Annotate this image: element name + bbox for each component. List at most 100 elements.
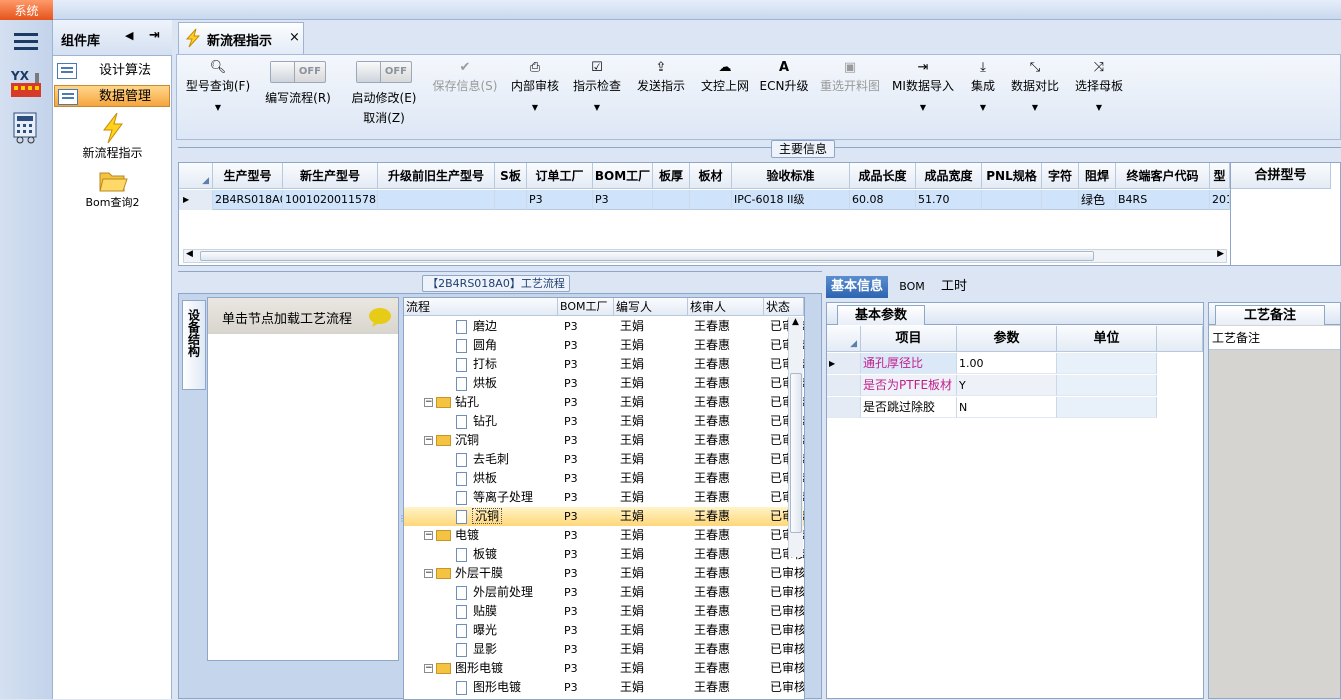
tree-node-name-cell[interactable]: 贴膜 <box>404 602 558 621</box>
column-header[interactable]: PNL规格 <box>982 163 1042 189</box>
pin-panel-icon[interactable]: ⇥ <box>149 28 160 43</box>
column-header[interactable]: 单位 <box>1057 326 1157 352</box>
collapse-icon[interactable]: − <box>424 531 433 540</box>
tab-new-flow-instruction[interactable]: 新流程指示 × <box>178 22 304 54</box>
start-modify-toggle[interactable]: OFF 启动修改(E) 取消(Z) <box>343 61 425 126</box>
model-query-button[interactable]: 🔍︎ 型号查询(F) ▼ <box>183 59 253 121</box>
cancel-label[interactable]: 取消(Z) <box>343 109 425 126</box>
factory-logo-icon[interactable]: YX <box>6 64 46 104</box>
tree-leaf-node[interactable]: 外层前处理 P3 王娟 王春惠 已审核 <box>404 583 804 602</box>
tree-node-name-cell[interactable]: − 电镀 <box>404 526 558 545</box>
table-row[interactable]: ▶ 2B4RS018A0 10010200115787 P3 P3 IPC-60… <box>179 190 1230 210</box>
tree-cell-factory[interactable]: P3 <box>564 317 614 336</box>
tree-leaf-node[interactable]: 去毛刺 P3 王娟 王春惠 已审核 <box>404 450 804 469</box>
send-instruction-button[interactable]: ⇪ 发送指示 <box>633 59 689 95</box>
tree-node-name-cell[interactable]: 等离子处理 <box>404 488 558 507</box>
tree-cell-writer[interactable]: 王娟 <box>620 374 688 393</box>
tree-cell-reviewer[interactable]: 王春惠 <box>694 659 764 678</box>
tree-cell-reviewer[interactable]: 王春惠 <box>694 336 764 355</box>
tree-cell-factory[interactable]: P3 <box>564 602 614 621</box>
param-unit[interactable] <box>1057 397 1157 418</box>
load-node-header[interactable]: 单击节点加载工艺流程 <box>208 298 398 334</box>
table-cell[interactable] <box>378 190 495 210</box>
param-unit[interactable] <box>1057 375 1157 396</box>
scroll-left-icon[interactable]: ◀ <box>186 249 193 259</box>
tree-cell-writer[interactable]: 王娟 <box>620 507 688 526</box>
tree-node-name-cell[interactable]: 圆角 <box>404 336 558 355</box>
tree-cell-factory[interactable]: P3 <box>564 469 614 488</box>
hamburger-menu-icon[interactable] <box>6 22 46 62</box>
scroll-thumb[interactable] <box>200 251 1094 261</box>
toggle-switch[interactable]: OFF <box>270 61 326 83</box>
tab-equipment-structure[interactable]: 设备结构 <box>182 300 206 390</box>
column-header[interactable]: 编写人 <box>614 298 688 316</box>
tree-cell-status[interactable]: 已审核 <box>770 678 804 697</box>
column-header[interactable]: 生产型号 <box>213 163 283 189</box>
ecn-upgrade-button[interactable]: A ECN升级 <box>759 59 809 95</box>
tree-cell-factory[interactable]: P3 <box>564 336 614 355</box>
tree-node-name-cell[interactable]: − 钻孔 <box>404 393 558 412</box>
tree-cell-reviewer[interactable]: 王春惠 <box>694 374 764 393</box>
vertical-scrollbar[interactable]: ▲ <box>788 317 803 557</box>
column-header[interactable]: 字符 <box>1042 163 1079 189</box>
module-bom-query2[interactable]: Bom查询2 <box>53 168 172 216</box>
table-row[interactable]: 是否跳过除胶 N <box>827 397 1203 418</box>
component-item-design-algorithm[interactable]: 设计算法 <box>54 60 170 82</box>
tree-leaf-node[interactable]: 烘板 P3 王娟 王春惠 已审核 <box>404 469 804 488</box>
tree-node-name-cell[interactable]: 沉铜 <box>404 507 558 526</box>
tree-cell-writer[interactable]: 王娟 <box>620 602 688 621</box>
tree-cell-reviewer[interactable]: 王春惠 <box>694 583 764 602</box>
tree-node-name-cell[interactable]: 显影 <box>404 640 558 659</box>
tree-cell-factory[interactable]: P3 <box>564 640 614 659</box>
mi-import-button[interactable]: ⇥ MI数据导入 ▼ <box>891 59 955 121</box>
tree-cell-reviewer[interactable]: 王春惠 <box>694 412 764 431</box>
tree-leaf-node[interactable]: 曝光 P3 王娟 王春惠 已审核 <box>404 621 804 640</box>
column-header[interactable]: 型 <box>1210 163 1230 189</box>
scroll-right-icon[interactable]: ▶ <box>1217 249 1224 259</box>
tree-node-name-cell[interactable]: 外层前处理 <box>404 583 558 602</box>
column-header[interactable]: 阻焊 <box>1079 163 1116 189</box>
column-header[interactable]: 验收标准 <box>732 163 850 189</box>
tree-cell-writer[interactable]: 王娟 <box>620 678 688 697</box>
column-header[interactable]: 终端客户代码 <box>1116 163 1210 189</box>
instruction-check-button[interactable]: ☑ 指示检查 ▼ <box>569 59 625 121</box>
param-value[interactable]: Y <box>957 375 1057 396</box>
horizontal-scrollbar[interactable]: ◀ ▶ <box>183 249 1227 263</box>
tree-cell-factory[interactable]: P3 <box>564 450 614 469</box>
tree-cell-writer[interactable]: 王娟 <box>620 621 688 640</box>
tree-cell-factory[interactable]: P3 <box>564 659 614 678</box>
tree-cell-writer[interactable]: 王娟 <box>620 317 688 336</box>
tree-leaf-node[interactable]: 打标 P3 王娟 王春惠 已审核 <box>404 355 804 374</box>
tree-cell-factory[interactable]: P3 <box>564 526 614 545</box>
tree-leaf-node[interactable]: 贴膜 P3 王娟 王春惠 已审核 <box>404 602 804 621</box>
table-cell[interactable]: B4RS <box>1116 190 1210 210</box>
tree-cell-writer[interactable]: 王娟 <box>620 583 688 602</box>
tree-node-name-cell[interactable]: − 沉铜 <box>404 431 558 450</box>
data-compare-button[interactable]: ⤡ 数据对比 ▼ <box>1007 59 1063 121</box>
tree-cell-reviewer[interactable]: 王春惠 <box>694 317 764 336</box>
tree-leaf-node[interactable]: 板镀 P3 王娟 王春惠 已审核 <box>404 545 804 564</box>
table-cell[interactable]: 绿色 <box>1079 190 1116 210</box>
tree-leaf-node[interactable]: 烘板 P3 王娟 王春惠 已审核 <box>404 374 804 393</box>
tree-cell-reviewer[interactable]: 王春惠 <box>694 450 764 469</box>
table-cell[interactable] <box>495 190 527 210</box>
reselect-cutting-button[interactable]: ▣ 重选开料图 <box>817 59 883 95</box>
tree-leaf-node[interactable]: 沉铜 P3 王娟 王春惠 已审核 <box>404 507 804 526</box>
splitter-handle[interactable]: ⋮ <box>398 514 406 554</box>
component-item-data-management[interactable]: 数据管理 <box>54 85 170 107</box>
tree-cell-reviewer[interactable]: 王春惠 <box>694 602 764 621</box>
close-icon[interactable]: × <box>289 30 300 45</box>
table-cell[interactable]: P3 <box>527 190 593 210</box>
column-header[interactable]: 流程 <box>404 298 558 316</box>
tree-node-name-cell[interactable]: 曝光 <box>404 621 558 640</box>
tree-cell-factory[interactable]: P3 <box>564 564 614 583</box>
column-header[interactable]: 核审人 <box>688 298 764 316</box>
tree-cell-status[interactable]: 已审核 <box>770 564 804 583</box>
tree-node-name-cell[interactable]: − 图形电镀 <box>404 659 558 678</box>
calculator-icon[interactable] <box>6 108 46 148</box>
column-header[interactable]: 升级前旧生产型号 <box>378 163 495 189</box>
param-unit[interactable] <box>1057 353 1157 374</box>
table-row[interactable]: ▶ 通孔厚径比 1.00 <box>827 353 1203 374</box>
column-header[interactable]: 板厚 <box>653 163 690 189</box>
tree-folder-node[interactable]: − 电镀 P3 王娟 王春惠 已审核 <box>404 526 804 545</box>
